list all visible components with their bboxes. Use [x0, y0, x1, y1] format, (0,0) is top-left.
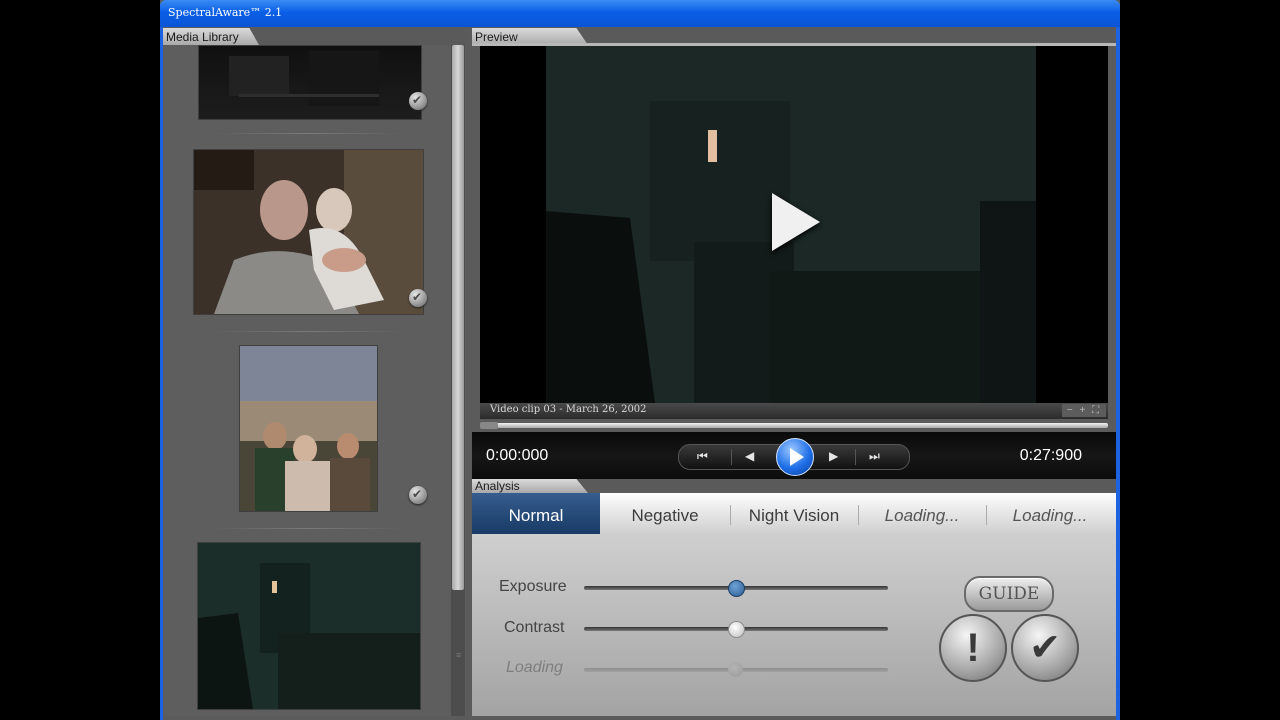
current-time: 0:00:000	[486, 447, 549, 464]
thumbnail-image	[194, 150, 423, 314]
preview-title: Preview	[475, 30, 518, 44]
divider	[855, 449, 856, 465]
mode-tab-night-vision[interactable]: Night Vision	[730, 493, 858, 534]
warning-button[interactable]: !	[939, 614, 1007, 682]
divider	[731, 449, 732, 465]
video-caption-bar: Video clip 03 - March 26, 2002 − + ⛶	[480, 403, 1108, 419]
seek-handle[interactable]	[480, 422, 498, 429]
exposure-slider[interactable]	[584, 580, 888, 597]
seek-bar[interactable]	[480, 422, 1108, 429]
guide-button[interactable]: GUIDE	[964, 576, 1054, 612]
scrollbar-grip-icon: ≡	[456, 650, 462, 660]
thumbnail-image	[240, 346, 377, 511]
contrast-label: Contrast	[504, 619, 565, 636]
mode-tab-normal[interactable]: Normal	[472, 493, 600, 534]
skip-to-end-icon[interactable]: ⏭	[869, 449, 880, 464]
media-thumbnail-4[interactable]	[197, 542, 421, 710]
video-caption: Video clip 03 - March 26, 2002	[490, 404, 647, 415]
window-border-right	[1116, 27, 1120, 720]
loading-slider-knob	[728, 662, 743, 677]
media-library-header: Media Library	[163, 28, 466, 45]
analysis-header: Analysis	[472, 479, 1116, 493]
title-bar: SpectralAware™ 2.1	[160, 0, 1120, 27]
media-library-scrollbar[interactable]: ≡	[451, 45, 465, 716]
selected-check-icon-3[interactable]	[409, 486, 427, 504]
step-back-icon[interactable]: ◀	[745, 449, 754, 463]
contrast-slider-knob[interactable]	[728, 621, 745, 638]
analysis-mode-tabs: Normal Negative Night Vision Loading... …	[472, 493, 1116, 534]
scrollbar-thumb[interactable]	[452, 45, 464, 590]
contrast-slider[interactable]	[584, 621, 888, 638]
media-thumbnail-1[interactable]	[198, 45, 422, 120]
playback-controls: ⏮ ◀ ▶ ⏭	[678, 438, 910, 476]
exposure-label: Exposure	[499, 578, 567, 595]
selected-check-icon-2[interactable]	[409, 289, 427, 307]
analysis-controls: Exposure Contrast Loading GUIDE ! ✔	[472, 534, 1116, 716]
confirm-button[interactable]: ✔	[1011, 614, 1079, 682]
media-thumbnail-2[interactable]	[193, 149, 424, 315]
loading-slider-label: Loading	[506, 659, 563, 676]
analysis-title: Analysis	[475, 479, 520, 493]
media-library-title: Media Library	[166, 30, 239, 44]
mode-tab-negative[interactable]: Negative	[600, 493, 730, 534]
window-title: SpectralAware™ 2.1	[168, 6, 283, 19]
media-library-list	[163, 45, 466, 716]
transport-bar: 0:00:000 ⏮ ◀ ▶ ⏭ 0:27:900	[472, 432, 1116, 480]
thumbnail-image	[229, 51, 379, 106]
big-play-icon[interactable]	[772, 193, 820, 251]
selected-check-icon-1[interactable]	[409, 92, 427, 110]
app-window: SpectralAware™ 2.1 Media Library ✔ ✔ ✔ ≡…	[160, 0, 1120, 720]
zoom-controls-icon[interactable]: − + ⛶	[1062, 404, 1106, 417]
thumbnail-image	[198, 543, 420, 709]
mode-tab-loading-1: Loading...	[884, 506, 960, 525]
play-button[interactable]	[776, 438, 814, 476]
media-thumbnail-3[interactable]	[239, 345, 378, 512]
exposure-slider-knob[interactable]	[728, 580, 745, 597]
step-forward-icon[interactable]: ▶	[829, 449, 838, 463]
separator	[213, 133, 403, 134]
separator	[213, 528, 403, 529]
mode-tab-loading-2: Loading...	[1012, 506, 1088, 525]
loading-slider	[584, 662, 888, 677]
separator	[213, 331, 403, 332]
total-time: 0:27:900	[1019, 447, 1082, 464]
skip-to-start-icon[interactable]: ⏮	[697, 449, 708, 464]
